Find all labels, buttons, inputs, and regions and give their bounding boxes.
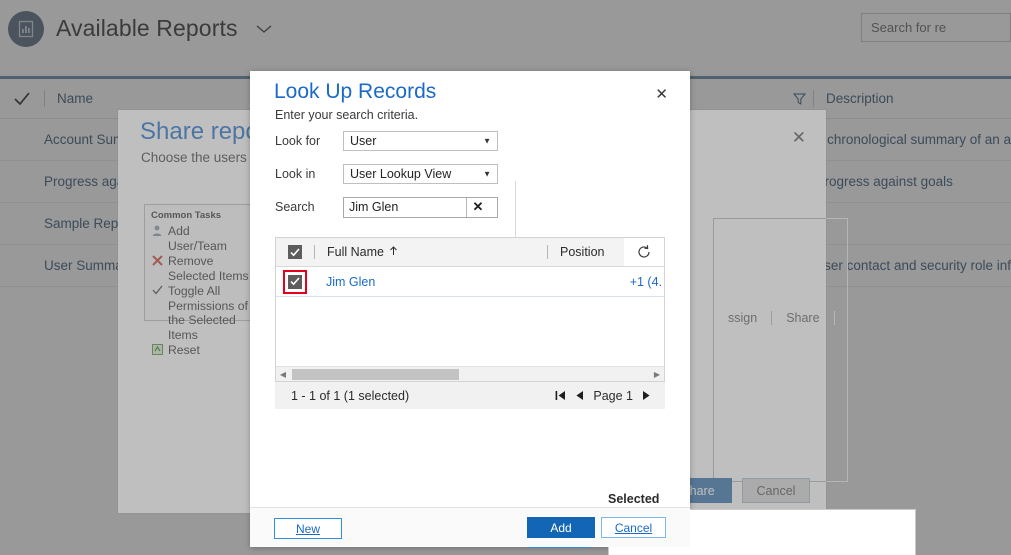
common-task-label: Toggle All Permissions of the Selected I… [168,284,250,342]
chevron-down-icon: ▼ [483,170,491,179]
close-icon[interactable]: ✕ [655,87,668,102]
scroll-left-arrow-icon[interactable]: ◀ [276,370,290,379]
look-for-label: Look for [275,134,343,148]
lookup-results-grid: Full Name Position [275,237,665,382]
look-for-row: Look for User ▼ [275,128,543,154]
screen-root: Available Reports Search for re Name [0,0,1011,555]
pager-status: 1 - 1 of 1 (1 selected) [275,389,409,403]
scroll-right-arrow-icon[interactable]: ▶ [650,370,664,379]
search-row: Search ✕ [275,194,543,220]
results-pager: 1 - 1 of 1 (1 selected) Page 1 [275,382,665,409]
lookup-dialog-subtitle: Enter your search criteria. [275,108,418,122]
common-task-label: Remove Selected Items [168,254,250,283]
common-task-label: Add User/Team [168,224,250,253]
add-user-icon [151,224,164,237]
lookup-dialog-title: Look Up Records [274,80,436,104]
clear-x-icon[interactable]: ✕ [466,198,489,217]
close-icon[interactable]: ✕ [792,129,806,146]
share-permission-box [713,218,848,482]
checkbox-checked-icon [288,275,302,289]
remove-x-icon [151,254,164,266]
add-button[interactable]: Add [527,517,595,538]
scrollbar-track[interactable] [290,368,650,381]
check-icon [151,284,164,295]
sort-asc-arrow-icon [389,245,398,259]
result-full-name[interactable]: Jim Glen [314,275,375,289]
look-for-select[interactable]: User ▼ [343,131,498,151]
first-page-icon[interactable] [555,390,566,401]
search-input[interactable] [344,198,466,217]
column-header-label: Full Name [327,245,384,259]
common-tasks-panel: Common Tasks Add User/Team Remove Select… [144,204,256,321]
chevron-down-icon: ▼ [483,137,491,146]
common-task-reset[interactable]: Reset [151,343,250,358]
refresh-icon[interactable] [624,238,664,266]
previous-page-icon[interactable] [575,390,584,401]
common-task-label: Reset [168,343,200,358]
checkbox-checked-icon [288,245,302,259]
look-in-row: Look in User Lookup View ▼ [275,161,543,187]
look-for-value: User [350,134,376,148]
look-in-select[interactable]: User Lookup View ▼ [343,164,498,184]
look-in-value: User Lookup View [350,167,451,181]
lookup-cancel-label: Cancel [615,521,652,535]
search-field-wrapper: ✕ [343,197,498,218]
scrollbar-thumb[interactable] [292,369,459,380]
pager-page-label: Page 1 [593,389,633,403]
common-task-toggle-permissions[interactable]: Toggle All Permissions of the Selected I… [151,284,250,342]
common-task-add-user-team[interactable]: Add User/Team [151,224,250,253]
next-page-icon[interactable] [642,390,651,401]
result-phone-partial: +1 (4. [630,275,662,289]
results-header-row: Full Name Position [276,238,664,267]
reset-icon [151,343,164,355]
new-button[interactable]: New [274,518,342,539]
horizontal-scrollbar[interactable]: ◀ ▶ [276,366,664,381]
search-label: Search [275,200,343,214]
common-task-remove-selected[interactable]: Remove Selected Items [151,254,250,283]
result-row[interactable]: Jim Glen +1 (4. [276,267,664,297]
common-tasks-title: Common Tasks [151,210,250,221]
select-all-checkbox[interactable] [276,245,314,259]
lookup-search-form: Look for User ▼ Look in User Lookup View… [275,128,543,227]
share-cancel-button[interactable]: Cancel [742,478,810,503]
lookup-records-dialog: Look Up Records Enter your search criter… [250,71,690,547]
column-header-full-name[interactable]: Full Name [315,245,547,259]
new-button-label: New [296,522,320,536]
row-checkbox[interactable] [276,275,314,289]
look-in-label: Look in [275,167,343,181]
lookup-cancel-button[interactable]: Cancel [601,517,666,538]
pager-controls: Page 1 [555,389,651,403]
column-header-position[interactable]: Position [548,245,626,259]
